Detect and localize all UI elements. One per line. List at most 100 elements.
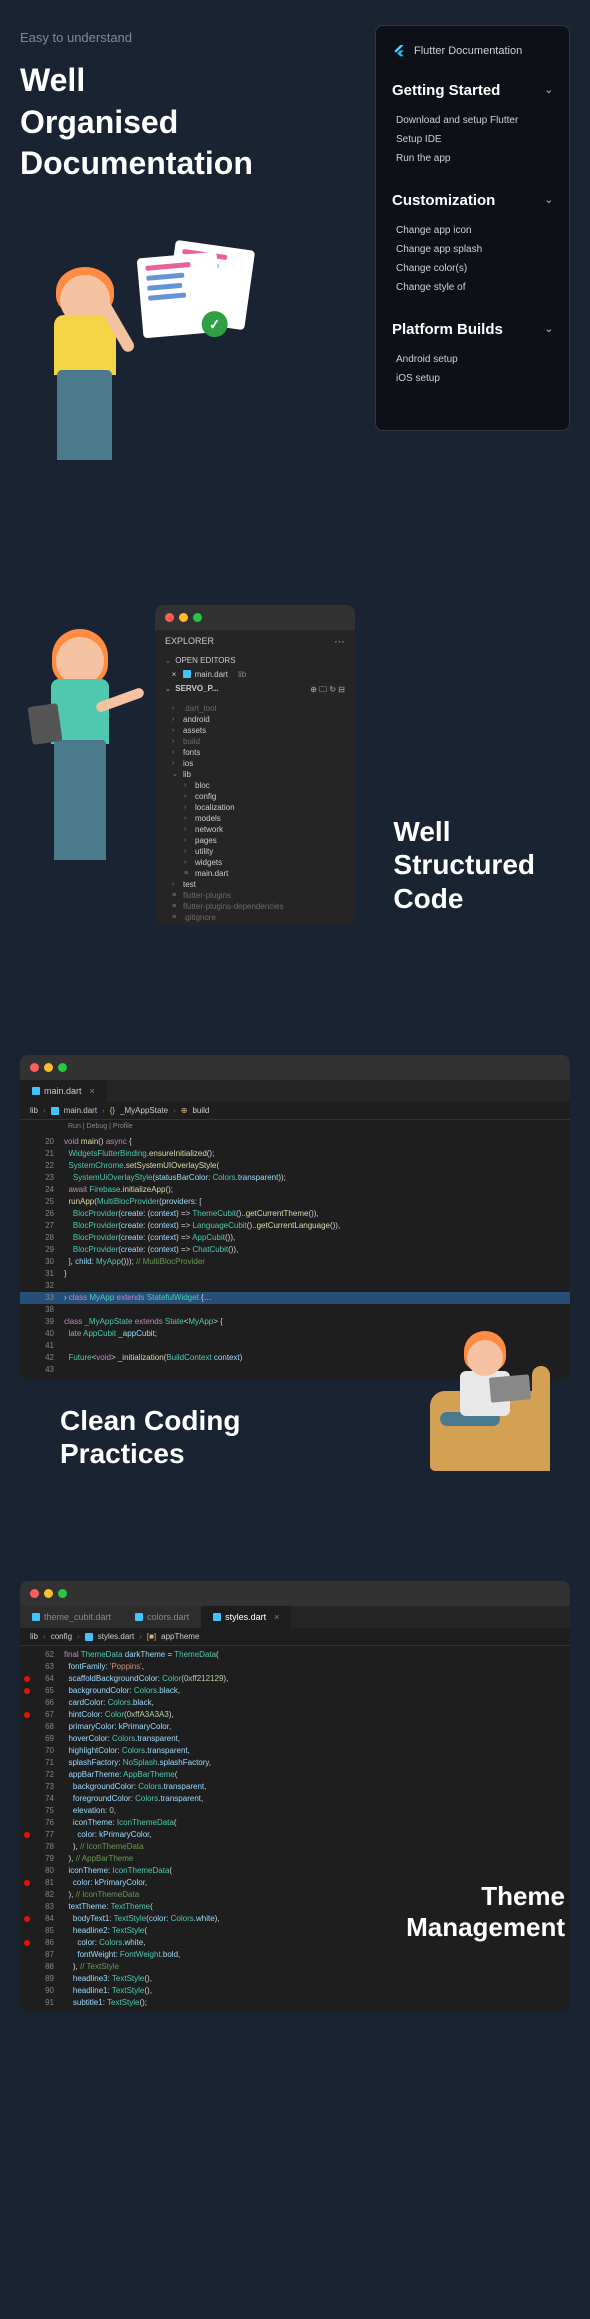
code-line: 27 BlocProvider(create: (context) => Lan… [20, 1220, 570, 1232]
tree-item[interactable]: ›ios [160, 758, 350, 769]
code-line: 73 backgroundColor: Colors.transparent, [20, 1781, 570, 1793]
minimize-icon[interactable] [44, 1063, 53, 1072]
breadcrumb[interactable]: lib › config › styles.dart › [■] appThem… [20, 1628, 570, 1646]
code-line: 88 ), // TextStyle [20, 1961, 570, 1973]
dart-icon [183, 670, 191, 678]
code-editor: theme_cubit.dartcolors.dartstyles.dart× … [20, 1581, 570, 2012]
flutter-logo-icon [392, 44, 406, 58]
close-icon[interactable]: × [274, 1612, 279, 1622]
tree-item[interactable]: ›fonts [160, 747, 350, 758]
chevron-down-icon: ⌄ [545, 195, 553, 206]
code-line: 79 ), // AppBarTheme [20, 1853, 570, 1865]
doc-link[interactable]: Change color(s) [396, 259, 553, 278]
tree-item[interactable]: ≡flutter-plugins [160, 890, 350, 901]
tree-item[interactable]: ›android [160, 714, 350, 725]
file-tab[interactable]: main.dart× [20, 1080, 107, 1102]
close-icon[interactable] [30, 1063, 39, 1072]
doc-link[interactable]: Change app icon [396, 221, 553, 240]
code-line: 30 ], child: MyApp())); // MultiBlocProv… [20, 1256, 570, 1268]
code-line: 89 headline3: TextStyle(), [20, 1973, 570, 1985]
open-editors-header[interactable]: ⌄ OPEN EDITORS [155, 653, 355, 668]
file-explorer-panel: EXPLORER ⋯ ⌄ OPEN EDITORS × main.dart li… [155, 605, 355, 925]
code-line: 68 primaryColor: kPrimaryColor, [20, 1721, 570, 1733]
editor-tab[interactable]: × main.dart lib [155, 668, 355, 681]
minimize-icon[interactable] [179, 613, 188, 622]
code-line: 90 headline1: TextStyle(), [20, 1985, 570, 1997]
code-line: 31} [20, 1268, 570, 1280]
documentation-panel: Flutter Documentation Getting Started⌄Do… [375, 25, 570, 431]
tree-item[interactable]: ≡.gitignore [160, 912, 350, 923]
tree-item[interactable]: ›localization [160, 802, 350, 813]
documents-icon: ✓ [140, 245, 250, 335]
code-line: 63 fontFamily: 'Poppins', [20, 1661, 570, 1673]
maximize-icon[interactable] [193, 613, 202, 622]
editor-tabs: main.dart× [20, 1080, 570, 1102]
tree-item[interactable]: ›widgets [160, 857, 350, 868]
window-controls[interactable] [20, 1055, 570, 1080]
file-tab[interactable]: colors.dart [123, 1606, 201, 1628]
code-line: 26 BlocProvider(create: (context) => The… [20, 1208, 570, 1220]
code-line: 25 runApp(MultiBlocProvider(providers: [ [20, 1196, 570, 1208]
tree-item[interactable]: ›build [160, 736, 350, 747]
editor-tabs: theme_cubit.dartcolors.dartstyles.dart× [20, 1606, 570, 1628]
tree-item[interactable]: ≡main.dart [160, 868, 350, 879]
doc-section: Customization⌄ Change app iconChange app … [392, 192, 553, 297]
tree-item[interactable]: ›pages [160, 835, 350, 846]
tree-item[interactable]: ›test [160, 879, 350, 890]
close-icon[interactable] [165, 613, 174, 622]
close-icon[interactable]: × [90, 1086, 95, 1096]
doc-section-title[interactable]: Customization⌄ [392, 192, 553, 209]
file-tab[interactable]: styles.dart× [201, 1606, 291, 1628]
code-line: 67 hintColor: Color(0xffA3A3A3), [20, 1709, 570, 1721]
clean-coding-section: main.dart× lib › main.dart › {} _MyAppSt… [0, 985, 590, 1531]
code-line: 32 [20, 1280, 570, 1292]
code-line: 23 SystemUiOverlayStyle(statusBarColor: … [20, 1172, 570, 1184]
tree-item[interactable]: ⌄lib [160, 769, 350, 780]
tree-item[interactable]: ›.dart_tool [160, 703, 350, 714]
file-tab[interactable]: theme_cubit.dart [20, 1606, 123, 1628]
window-controls[interactable] [20, 1581, 570, 1606]
code-line: 66 cardColor: Colors.black, [20, 1697, 570, 1709]
window-controls[interactable] [155, 605, 355, 630]
doc-section-title[interactable]: Getting Started⌄ [392, 82, 553, 99]
code-line: 70 highlightColor: Colors.transparent, [20, 1745, 570, 1757]
chevron-down-icon: ⌄ [545, 324, 553, 335]
doc-link[interactable]: Change style of [396, 278, 553, 297]
breadcrumb[interactable]: lib › main.dart › {} _MyAppState › ⊕ bui… [20, 1102, 570, 1120]
project-header[interactable]: ⌄ SERVO_P... ⊕ 🗀 ↻ ⊟ [155, 681, 355, 701]
tree-item[interactable]: ›models [160, 813, 350, 824]
code-line: 21 WidgetsFlutterBinding.ensureInitializ… [20, 1148, 570, 1160]
maximize-icon[interactable] [58, 1063, 67, 1072]
doc-link[interactable]: Android setup [396, 350, 553, 369]
doc-link[interactable]: Run the app [396, 149, 553, 168]
code-line: 28 BlocProvider(create: (context) => App… [20, 1232, 570, 1244]
code-line: 74 foregroundColor: Colors.transparent, [20, 1793, 570, 1805]
section-heading: Theme Management [406, 1881, 565, 1943]
tree-item[interactable]: ›bloc [160, 780, 350, 791]
tree-item[interactable]: ≡flutter-plugins-dependencies [160, 901, 350, 912]
code-line: 87 fontWeight: FontWeight.bold, [20, 1949, 570, 1961]
tree-item[interactable]: ›network [160, 824, 350, 835]
tree-item[interactable]: ›utility [160, 846, 350, 857]
code-line: 29 BlocProvider(create: (context) => Cha… [20, 1244, 570, 1256]
doc-link[interactable]: iOS setup [396, 369, 553, 388]
maximize-icon[interactable] [58, 1589, 67, 1598]
minimize-icon[interactable] [44, 1589, 53, 1598]
code-line: 22 SystemChrome.setSystemUIOverlayStyle( [20, 1160, 570, 1172]
dart-icon [213, 1613, 221, 1621]
dart-icon [135, 1613, 143, 1621]
doc-section: Platform Builds⌄ Android setupiOS setup [392, 321, 553, 388]
doc-link[interactable]: Download and setup Flutter [396, 111, 553, 130]
tree-item[interactable]: ›config [160, 791, 350, 802]
code-line: 20void main() async { [20, 1136, 570, 1148]
doc-link[interactable]: Change app splash [396, 240, 553, 259]
doc-link[interactable]: Setup IDE [396, 130, 553, 149]
section-heading: Well Structured Code [393, 815, 535, 916]
code-lens[interactable]: Run | Debug | Profile [20, 1120, 570, 1133]
more-icon[interactable]: ⋯ [334, 635, 345, 648]
code-line: 72 appBarTheme: AppBarTheme( [20, 1769, 570, 1781]
doc-section-title[interactable]: Platform Builds⌄ [392, 321, 553, 338]
close-icon[interactable] [30, 1589, 39, 1598]
tree-item[interactable]: ›assets [160, 725, 350, 736]
documentation-section: Easy to understand Well Organised Docume… [0, 0, 590, 525]
